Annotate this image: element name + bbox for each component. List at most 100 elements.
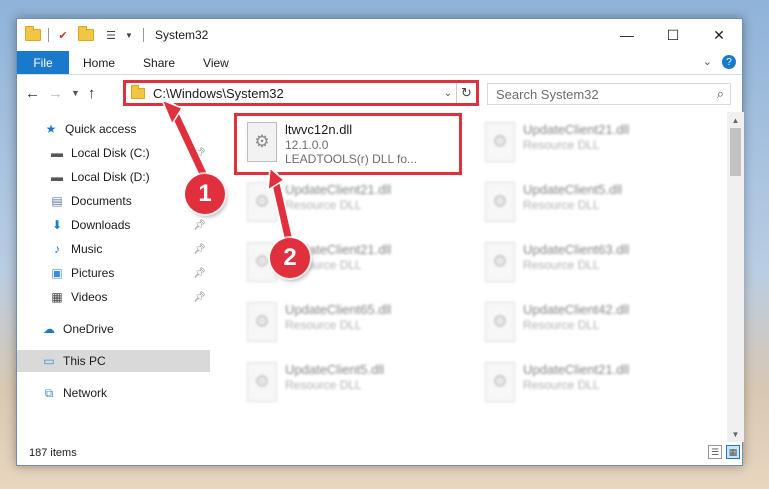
dll-file-icon: ⚙ — [485, 362, 515, 402]
sidebar-item-network[interactable]: ⧉ Network — [17, 382, 210, 404]
sidebar-item-music[interactable]: ♪ Music 📌︎ — [17, 238, 210, 260]
folder-icon — [131, 84, 145, 99]
sidebar-item-label: Quick access — [65, 122, 137, 136]
file-item[interactable]: ⚙ UpdateClient63.dll Resource DLL — [475, 236, 701, 292]
file-description: Resource DLL — [285, 318, 362, 332]
window-controls: — ☐ ✕ — [604, 19, 742, 51]
dll-file-icon: ⚙ — [485, 302, 515, 342]
sidebar-item-local-disk-c[interactable]: ▬ Local Disk (C:) 📌︎ — [17, 142, 210, 164]
forward-arrow-icon[interactable]: → — [48, 85, 63, 102]
sidebar-item-documents[interactable]: ▤ Documents 📌︎ — [17, 190, 210, 212]
sidebar-item-this-pc[interactable]: ▭ This PC — [17, 350, 210, 372]
computer-icon: ▭ — [43, 354, 55, 368]
file-description: Resource DLL — [285, 378, 362, 392]
tab-file[interactable]: File — [17, 51, 69, 74]
sidebar-item-label: Documents — [71, 194, 132, 208]
details-view-icon[interactable]: ☰ — [708, 445, 722, 459]
scroll-up-icon[interactable]: ▲ — [727, 112, 744, 128]
tab-home[interactable]: Home — [69, 51, 129, 74]
sidebar-item-label: This PC — [63, 354, 106, 368]
file-item[interactable]: ⚙ UpdateClient21.dll Resource DLL — [237, 176, 463, 232]
step-1-callout: 1 — [185, 174, 225, 214]
chevron-down-icon[interactable]: ⌄ — [703, 55, 712, 69]
file-item-ltwvc12n[interactable]: ⚙ ltwvc12n.dll 12.1.0.0 LEADTOOLS(r) DLL… — [234, 113, 462, 175]
file-version: 12.1.0.0 — [285, 138, 329, 152]
divider — [143, 28, 144, 42]
tiles-view-icon[interactable]: ▦ — [726, 445, 740, 459]
folder-icon — [25, 26, 41, 41]
ribbon-tabs: File Home Share View ⌄ ? — [17, 51, 742, 75]
sidebar-item-label: Videos — [71, 290, 108, 304]
main-area: ★ Quick access ▬ Local Disk (C:) 📌︎ ▬ Lo… — [17, 112, 744, 442]
pictures-icon: ▣ — [51, 266, 63, 280]
search-icon[interactable]: ⌕ — [717, 86, 724, 102]
navigation-pane: ★ Quick access ▬ Local Disk (C:) 📌︎ ▬ Lo… — [17, 112, 210, 442]
sidebar-item-label: Local Disk (D:) — [71, 170, 150, 184]
chevron-down-icon[interactable]: ⌄ — [440, 88, 456, 99]
file-item[interactable]: ⚙ UpdateClient21.dll Resource DLL — [475, 356, 701, 412]
properties-icon[interactable]: ✔ — [56, 28, 70, 42]
item-count: 187 items — [29, 446, 77, 459]
file-description: Resource DLL — [523, 198, 600, 212]
dll-file-icon: ⚙ — [247, 362, 277, 402]
network-icon: ⧉ — [44, 385, 54, 400]
tab-share[interactable]: Share — [129, 51, 189, 74]
divider — [48, 28, 49, 42]
title-bar: ✔ ☰ ▼ System32 — ☐ ✕ — [17, 19, 742, 51]
drive-icon: ▬ — [51, 146, 63, 160]
pin-icon: 📌︎ — [193, 219, 206, 231]
tab-view[interactable]: View — [189, 51, 243, 74]
sidebar-item-downloads[interactable]: ⬇ Downloads 📌︎ — [17, 214, 210, 236]
file-item[interactable]: ⚙ UpdateClient42.dll Resource DLL — [475, 296, 701, 352]
sidebar-item-onedrive[interactable]: ☁ OneDrive — [17, 318, 210, 340]
file-item[interactable]: ⚙ UpdateClient21.dll Resource DLL — [475, 116, 701, 172]
search-placeholder: Search System32 — [496, 86, 599, 102]
address-path[interactable]: C:\Windows\System32 — [153, 86, 440, 101]
search-input[interactable]: Search System32 ⌕ — [487, 83, 731, 105]
file-item[interactable]: ⚙ UpdateClient5.dll Resource DLL — [475, 176, 701, 232]
dll-file-icon: ⚙ — [247, 302, 277, 342]
dll-file-icon: ⚙ — [485, 122, 515, 162]
help-icon[interactable]: ? — [722, 55, 736, 69]
dropdown-arrow-icon[interactable]: ▼ — [122, 28, 136, 42]
pin-icon: 📌︎ — [193, 291, 206, 303]
recent-locations-icon[interactable]: ▼ — [71, 88, 80, 98]
back-arrow-icon[interactable]: ← — [25, 85, 40, 102]
file-item[interactable]: ⚙ UpdateClient65.dll Resource DLL — [237, 296, 463, 352]
sidebar-item-label: Pictures — [71, 266, 115, 280]
pin-icon: 📌︎ — [193, 267, 206, 279]
vertical-scrollbar[interactable]: ▲ ▼ — [727, 112, 744, 442]
sidebar-item-local-disk-d[interactable]: ▬ Local Disk (D:) 📌︎ — [17, 166, 210, 188]
file-name: UpdateClient65.dll — [285, 302, 392, 317]
new-folder-icon[interactable] — [78, 26, 94, 41]
file-description: Resource DLL — [523, 258, 600, 272]
file-description: LEADTOOLS(r) DLL fo... — [285, 152, 418, 166]
explorer-window: ✔ ☰ ▼ System32 — ☐ ✕ File Home Share Vie… — [16, 18, 744, 466]
music-icon: ♪ — [54, 242, 60, 256]
drive-icon: ▬ — [51, 170, 63, 184]
close-button[interactable]: ✕ — [696, 19, 742, 51]
file-description: Resource DLL — [523, 138, 600, 152]
maximize-button[interactable]: ☐ — [650, 19, 696, 51]
dll-file-icon: ⚙ — [485, 182, 515, 222]
sidebar-item-quick-access[interactable]: ★ Quick access — [17, 118, 210, 140]
file-name: UpdateClient5.dll — [523, 182, 623, 197]
file-name: ltwvc12n.dll — [285, 122, 353, 137]
sidebar-item-pictures[interactable]: ▣ Pictures 📌︎ — [17, 262, 210, 284]
address-bar[interactable]: C:\Windows\System32 ⌄ ↻ — [123, 80, 479, 106]
sidebar-item-videos[interactable]: ▦ Videos 📌︎ — [17, 286, 210, 308]
sidebar-item-label: OneDrive — [63, 322, 114, 336]
up-arrow-icon[interactable]: ↑ — [88, 85, 96, 102]
address-row: ← → ▼ ↑ C:\Windows\System32 ⌄ ↻ Search S… — [17, 75, 742, 111]
file-item[interactable]: ⚙ UpdateClient5.dll Resource DLL — [237, 356, 463, 412]
file-name: UpdateClient42.dll — [523, 302, 630, 317]
refresh-icon[interactable]: ↻ — [456, 83, 476, 103]
sidebar-item-label: Music — [71, 242, 103, 256]
minimize-button[interactable]: — — [604, 19, 650, 51]
step-2-callout: 2 — [270, 238, 310, 278]
file-description: Resource DLL — [285, 198, 362, 212]
scrollbar-thumb[interactable] — [730, 128, 741, 176]
dll-file-icon: ⚙ — [247, 122, 277, 162]
customize-toolbar-icon[interactable]: ☰ — [104, 28, 118, 42]
pin-icon: 📌︎ — [193, 147, 206, 159]
